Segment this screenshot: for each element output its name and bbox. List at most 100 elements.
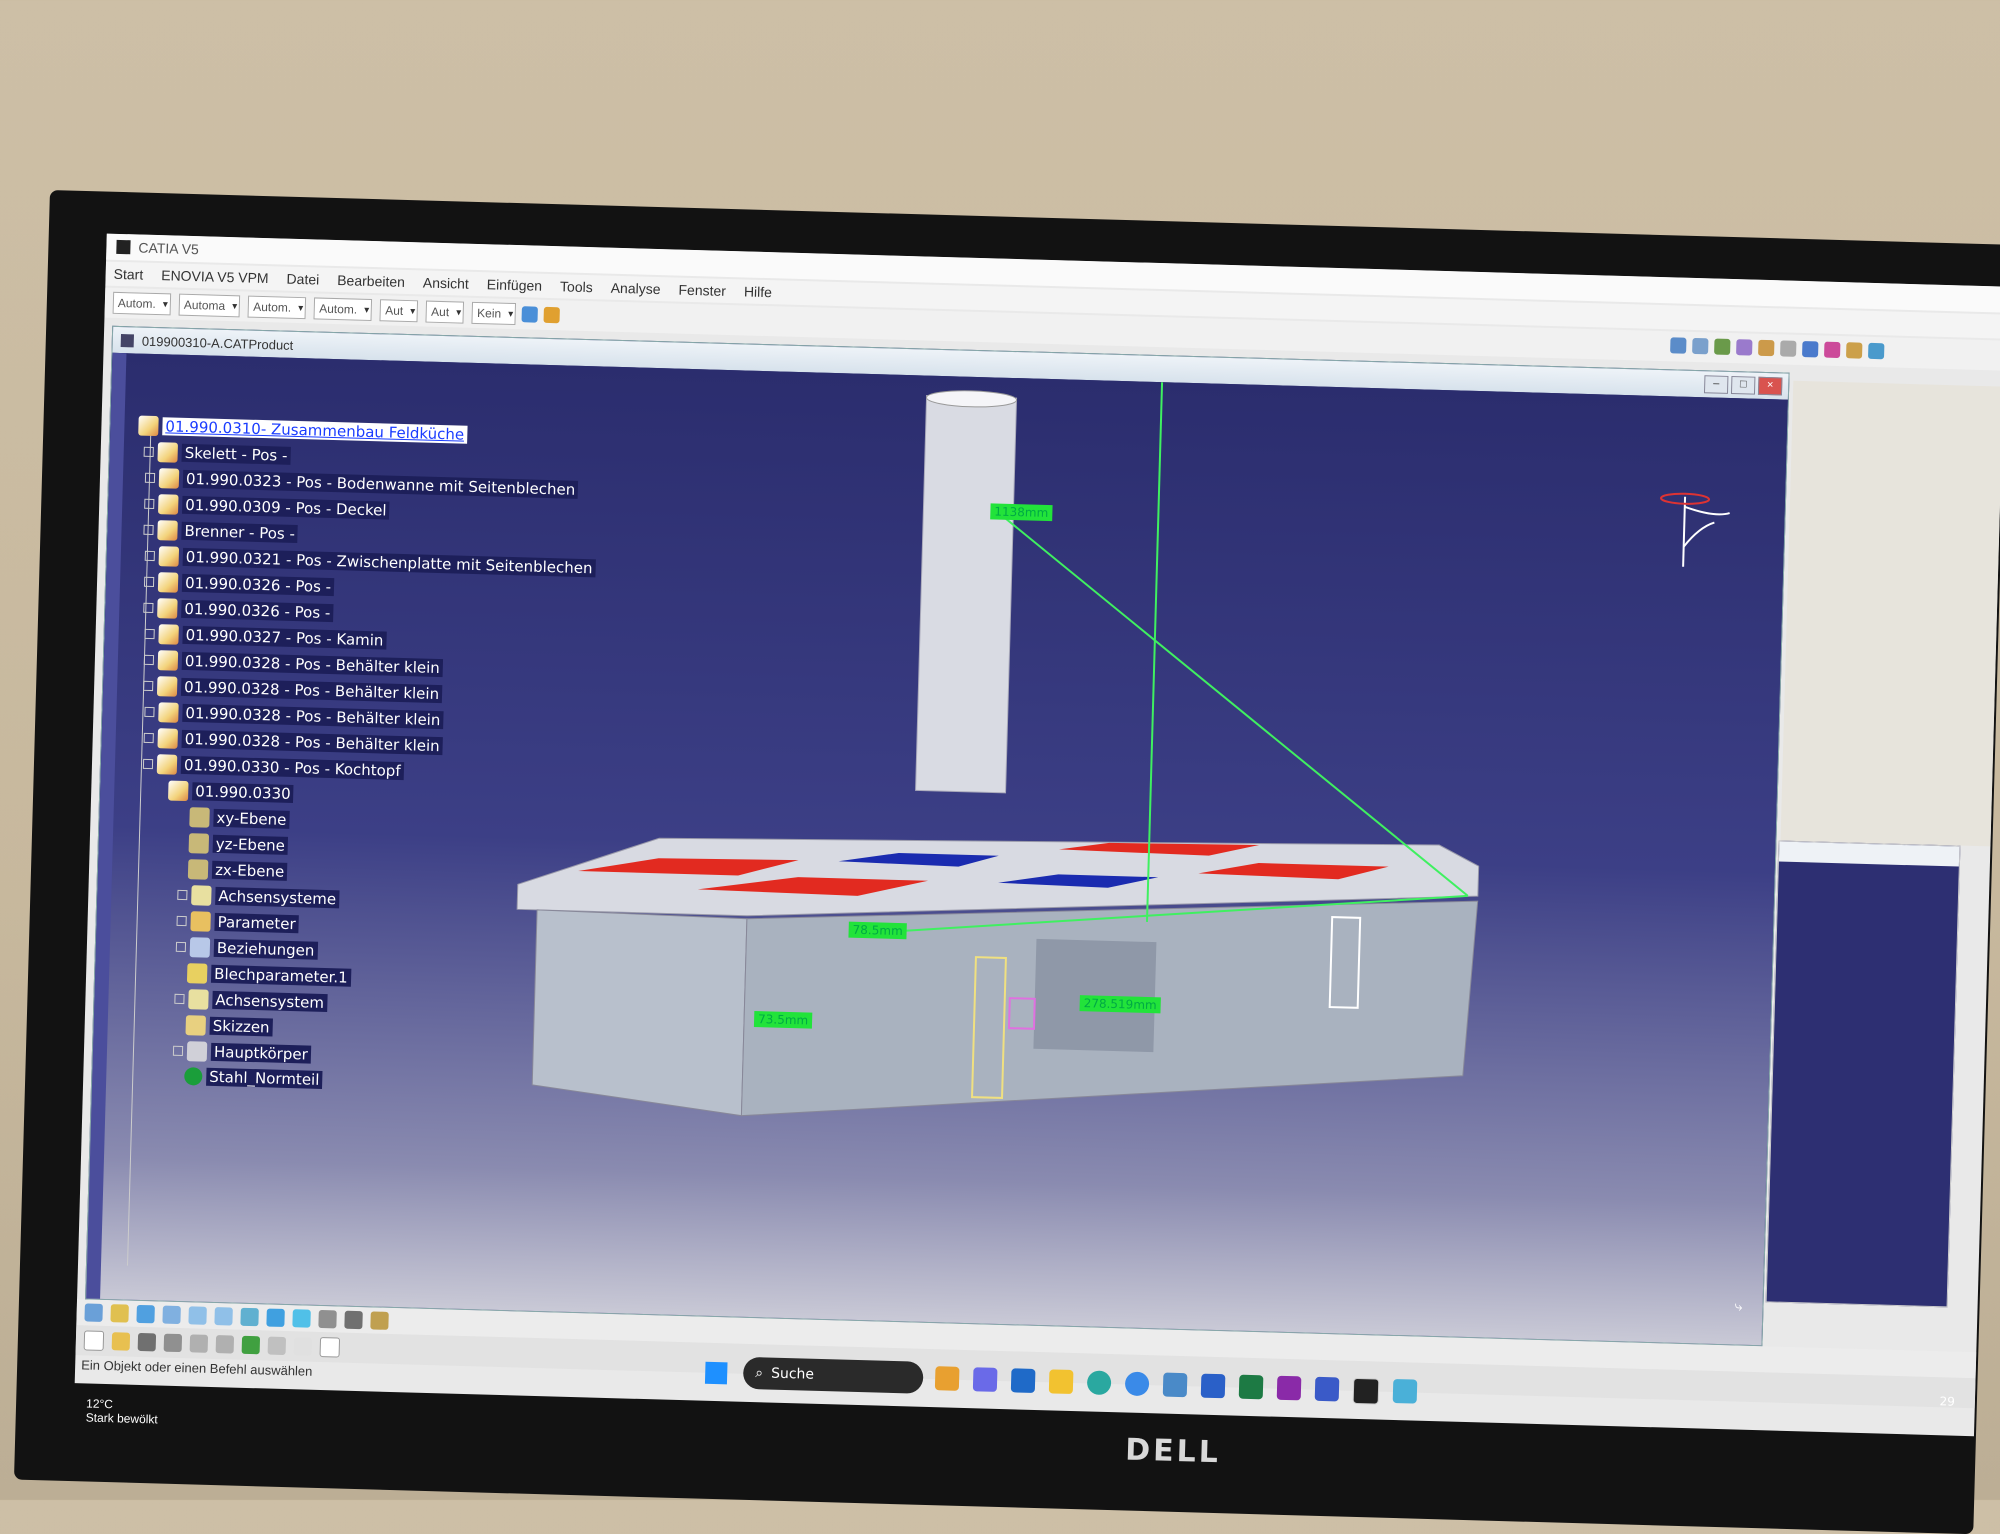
workbench-icon-10[interactable] (1867, 342, 1885, 360)
dropdown-4[interactable]: Autom. (313, 297, 373, 322)
tree-item[interactable]: Achsensystem (174, 989, 328, 1013)
tree-item[interactable]: Parameter (176, 911, 299, 934)
fit-all-icon[interactable] (110, 1304, 129, 1323)
workbench-icon-9[interactable] (1846, 342, 1863, 359)
3d-viewport[interactable]: 1138mm 78.5mm 73.5mm 278.519mm ⤷ 01.990.… (86, 352, 1788, 1346)
tree-item[interactable]: 01.990.0330 (167, 780, 294, 804)
taskbar-app-icon[interactable] (972, 1367, 998, 1392)
menu-fenster[interactable]: Fenster (678, 282, 726, 299)
menu-einfuegen[interactable]: Einfügen (487, 276, 543, 294)
maximize-icon[interactable]: □ (1730, 376, 1756, 395)
calculator-icon[interactable] (1162, 1372, 1188, 1398)
expand-icon[interactable] (142, 758, 154, 770)
zoom-out-icon[interactable] (214, 1307, 233, 1326)
measure-icon[interactable] (370, 1311, 389, 1330)
expand-icon[interactable] (144, 628, 155, 640)
dimension-label-2[interactable]: 78.5mm (848, 921, 907, 940)
tree-item[interactable]: Brenner - Pos - (143, 520, 299, 544)
tree-item[interactable]: yz-Ebene (188, 833, 289, 856)
workbench-icon-3[interactable] (1714, 338, 1731, 355)
render-style-icon[interactable] (292, 1309, 311, 1328)
expand-icon[interactable] (144, 498, 155, 510)
windows-start-icon[interactable] (704, 1361, 728, 1385)
chrome-icon[interactable] (1124, 1371, 1150, 1397)
rotate-icon[interactable] (162, 1305, 181, 1325)
dropdown-7[interactable]: Kein (471, 301, 517, 326)
expand-icon[interactable] (176, 915, 187, 927)
expand-icon[interactable] (143, 446, 154, 457)
zoom-in-icon[interactable] (188, 1306, 207, 1325)
capture-icon[interactable] (344, 1310, 363, 1330)
expand-icon[interactable] (143, 602, 154, 614)
minimize-icon[interactable]: – (1703, 375, 1729, 394)
dropdown-1[interactable]: Autom. (112, 291, 172, 316)
outlook-icon[interactable] (1010, 1368, 1036, 1393)
tree-item[interactable]: Hauptkörper (172, 1041, 312, 1065)
catia-taskbar-icon[interactable] (1352, 1377, 1380, 1405)
menu-analyse[interactable]: Analyse (611, 280, 661, 297)
expand-icon[interactable] (177, 889, 188, 901)
menu-enovia[interactable]: ENOVIA V5 VPM (161, 267, 269, 286)
dropdown-6[interactable]: Aut (425, 300, 465, 324)
close-icon[interactable]: × (1757, 376, 1783, 396)
tree-item[interactable]: Stahl_Normteil (184, 1067, 323, 1089)
taskbar-clock[interactable]: 29 (1939, 1394, 1955, 1408)
workbench-icon-8[interactable] (1824, 341, 1841, 359)
dropdown-3[interactable]: Autom. (247, 295, 307, 320)
expand-icon[interactable] (143, 524, 154, 536)
tree-item[interactable]: xy-Ebene (189, 807, 290, 830)
compass-icon[interactable] (1653, 486, 1745, 578)
tree-item-label: Achsensystem (212, 990, 328, 1013)
expand-icon[interactable] (144, 706, 155, 718)
taskbar-app-icon[interactable] (934, 1366, 960, 1391)
taskbar-search[interactable]: ⌕ Suche (742, 1356, 924, 1394)
workbench-icon-7[interactable] (1802, 340, 1819, 358)
workbench-icon-5[interactable] (1758, 339, 1775, 357)
edge-icon[interactable] (1086, 1370, 1112, 1396)
tree-item[interactable]: Skelett - Pos - (143, 442, 291, 466)
expand-icon[interactable] (143, 576, 155, 588)
tree-item[interactable]: Beziehungen (175, 937, 318, 961)
expand-icon[interactable] (175, 941, 187, 953)
paint-icon[interactable] (543, 306, 561, 324)
help-app-icon[interactable] (1314, 1376, 1340, 1402)
menu-datei[interactable]: Datei (286, 271, 319, 288)
select-icon[interactable] (84, 1303, 103, 1322)
expand-icon[interactable] (144, 472, 156, 484)
teams-icon[interactable] (1200, 1373, 1226, 1399)
dimension-label-3[interactable]: 73.5mm (753, 1010, 813, 1029)
file-explorer-icon[interactable] (1048, 1369, 1074, 1395)
onenote-icon[interactable] (1276, 1375, 1302, 1401)
workbench-icon-4[interactable] (1736, 339, 1753, 356)
tree-item[interactable]: Skizzen (185, 1015, 273, 1037)
workbench-icon-6[interactable] (1780, 340, 1797, 357)
menu-start[interactable]: Start (113, 266, 143, 283)
workbench-icon-1[interactable] (1670, 337, 1687, 354)
normal-view-icon[interactable] (240, 1307, 259, 1327)
expand-icon[interactable] (174, 993, 185, 1005)
taskbar-app-icon[interactable] (1392, 1378, 1418, 1404)
menu-tools[interactable]: Tools (560, 278, 593, 295)
weather-widget[interactable]: 12°C Stark bewölkt (86, 1396, 159, 1426)
view-cube-icon[interactable] (266, 1308, 285, 1327)
dropdown-5[interactable]: Aut (379, 299, 419, 323)
expand-icon[interactable] (172, 1045, 184, 1057)
expand-icon[interactable] (143, 654, 155, 666)
expand-icon[interactable] (144, 550, 155, 562)
menu-bearbeiten[interactable]: Bearbeiten (337, 272, 405, 290)
menu-hilfe[interactable]: Hilfe (744, 283, 772, 300)
menu-ansicht[interactable]: Ansicht (423, 274, 469, 291)
dropdown-2[interactable]: Automa (178, 293, 241, 318)
dimension-label-1[interactable]: 1138mm (990, 503, 1053, 522)
brush-icon[interactable] (521, 306, 539, 323)
pan-icon[interactable] (136, 1304, 155, 1324)
body-front (531, 909, 748, 1117)
expand-icon[interactable] (143, 732, 154, 744)
dimension-label-4[interactable]: 278.519mm (1079, 995, 1161, 1014)
workbench-icon-2[interactable] (1692, 337, 1709, 355)
secondary-window-title-bar[interactable] (1778, 841, 1960, 867)
expand-icon[interactable] (143, 680, 154, 692)
excel-icon[interactable] (1238, 1374, 1264, 1400)
tree-item[interactable]: zx-Ebene (187, 859, 288, 882)
hide-show-icon[interactable] (318, 1309, 337, 1329)
